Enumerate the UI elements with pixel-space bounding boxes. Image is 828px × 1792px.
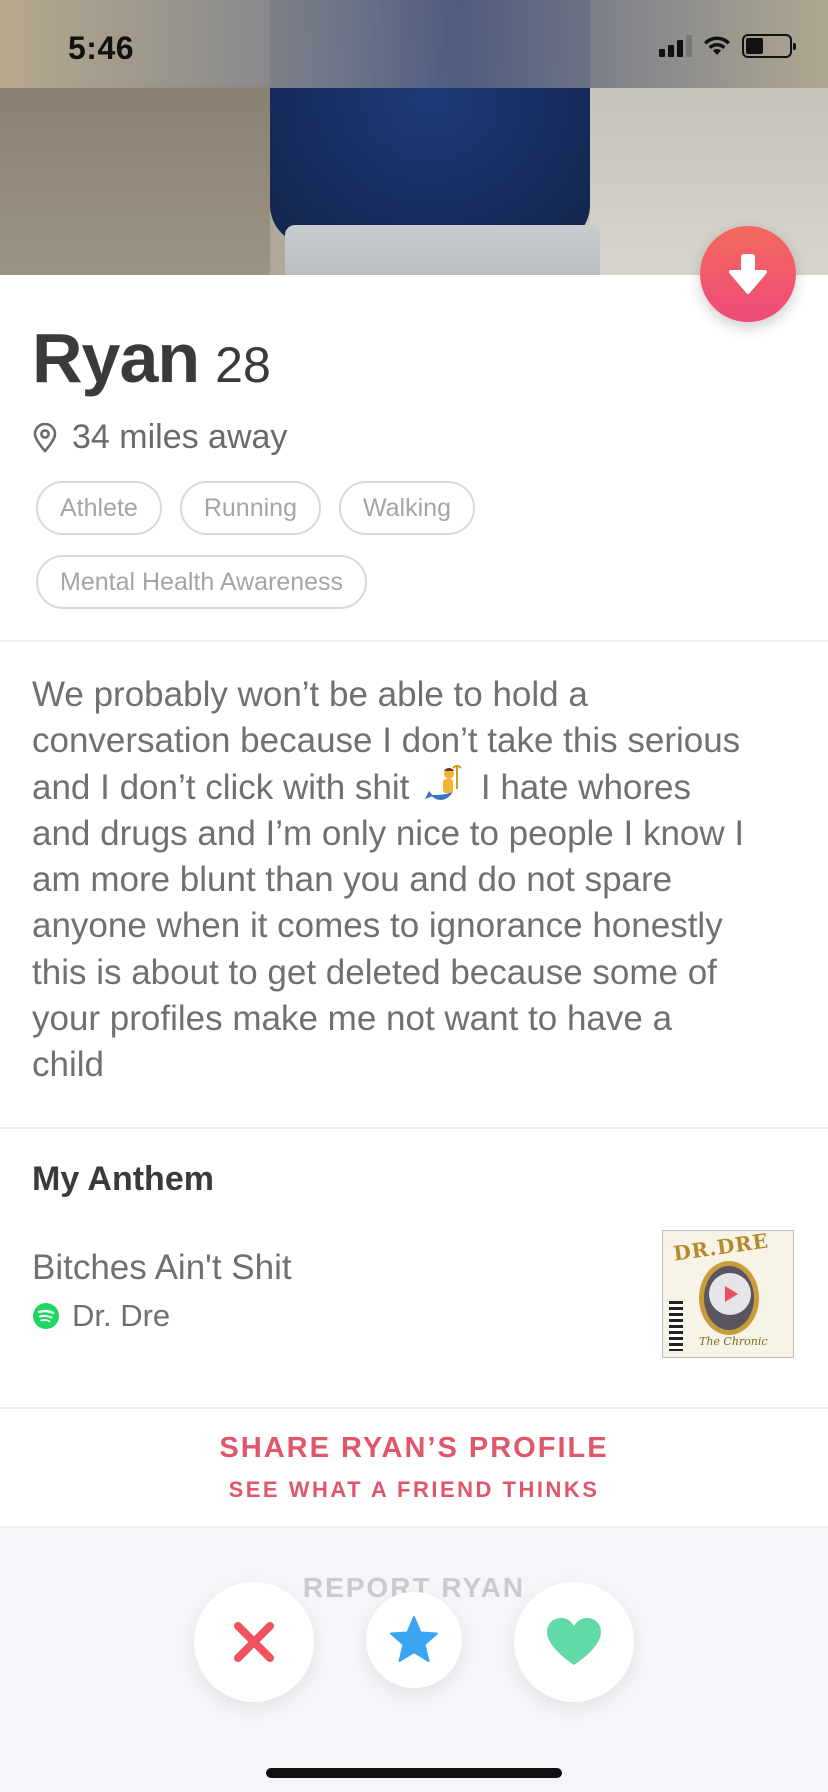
arrow-down-icon [729,254,767,294]
play-button[interactable] [709,1273,751,1315]
bio-line: am more blunt than you and do not spare [32,860,673,900]
collapse-profile-button[interactable] [700,226,796,322]
battery-icon [742,34,796,58]
anthem-title: My Anthem [32,1160,214,1198]
like-button[interactable] [514,1582,634,1702]
status-time: 5:46 [68,30,135,66]
profile-header: Ryan 28 [32,318,271,398]
bio-line: conversation because I don’t take this s… [32,721,741,761]
bio-line-segment: I hate whores [480,767,691,807]
interest-tag: Running [179,481,321,535]
super-like-button[interactable] [366,1592,462,1688]
nope-button[interactable] [194,1582,314,1702]
section-divider [0,640,828,642]
interest-tags: Athlete Running Walking Mental Health Aw… [36,481,796,609]
album-art[interactable]: DR.DRE The Chronic [662,1230,794,1358]
distance-text: 34 miles away [72,418,288,456]
play-icon [725,1286,738,1302]
interest-tag: Athlete [36,481,162,535]
section-divider [0,1407,828,1409]
profile-bio: We probably won’t be able to hold a conv… [32,672,804,1089]
star-icon [390,1616,438,1662]
anthem-song-title: Bitches Ain't Shit [32,1248,292,1287]
profile-name: Ryan [32,319,200,397]
bio-line: your profiles make me not want to have a [32,999,673,1039]
album-subtitle-text: The Chronic [699,1335,768,1348]
distance-row: 34 miles away [32,418,287,457]
album-art-barcode [669,1301,683,1351]
photo-subject-pants [285,225,600,275]
heart-icon [547,1618,601,1665]
cellular-signal-icon [659,35,692,57]
interest-tag: Mental Health Awareness [36,555,368,609]
bio-line: anyone when it comes to ignorance honest… [32,906,723,946]
bio-line: and drugs and I’m only nice to people I … [32,813,745,853]
spotify-icon [33,1303,59,1329]
status-icons [659,34,796,58]
anthem-artist-row: Dr. Dre [32,1298,170,1334]
location-pin-icon [33,422,57,453]
section-divider [0,1127,828,1129]
bio-line-segment: and I don’t click with shit [32,767,410,807]
interest-tag: Walking [338,481,475,535]
bio-line: child [32,1045,104,1085]
bio-line: this is about to get deleted because som… [32,952,717,992]
close-icon [234,1622,274,1662]
profile-age: 28 [215,337,271,393]
anthem-artist: Dr. Dre [72,1298,171,1333]
bio-line: We probably won’t be able to hold a [32,675,588,714]
album-title-text: DR.DRE [671,1230,771,1266]
bio-line: and I don’t click with shit I hate whore… [32,763,804,811]
wifi-icon [704,36,730,55]
share-profile-button[interactable]: SHARE RYAN’S PROFILE [0,1432,828,1465]
photo-background-left [0,85,270,275]
home-indicator[interactable] [266,1768,562,1778]
status-bar: 5:46 [0,0,828,88]
merman-emoji-icon [425,763,462,800]
share-profile-subtitle[interactable]: SEE WHAT A FRIEND THINKS [0,1477,828,1503]
